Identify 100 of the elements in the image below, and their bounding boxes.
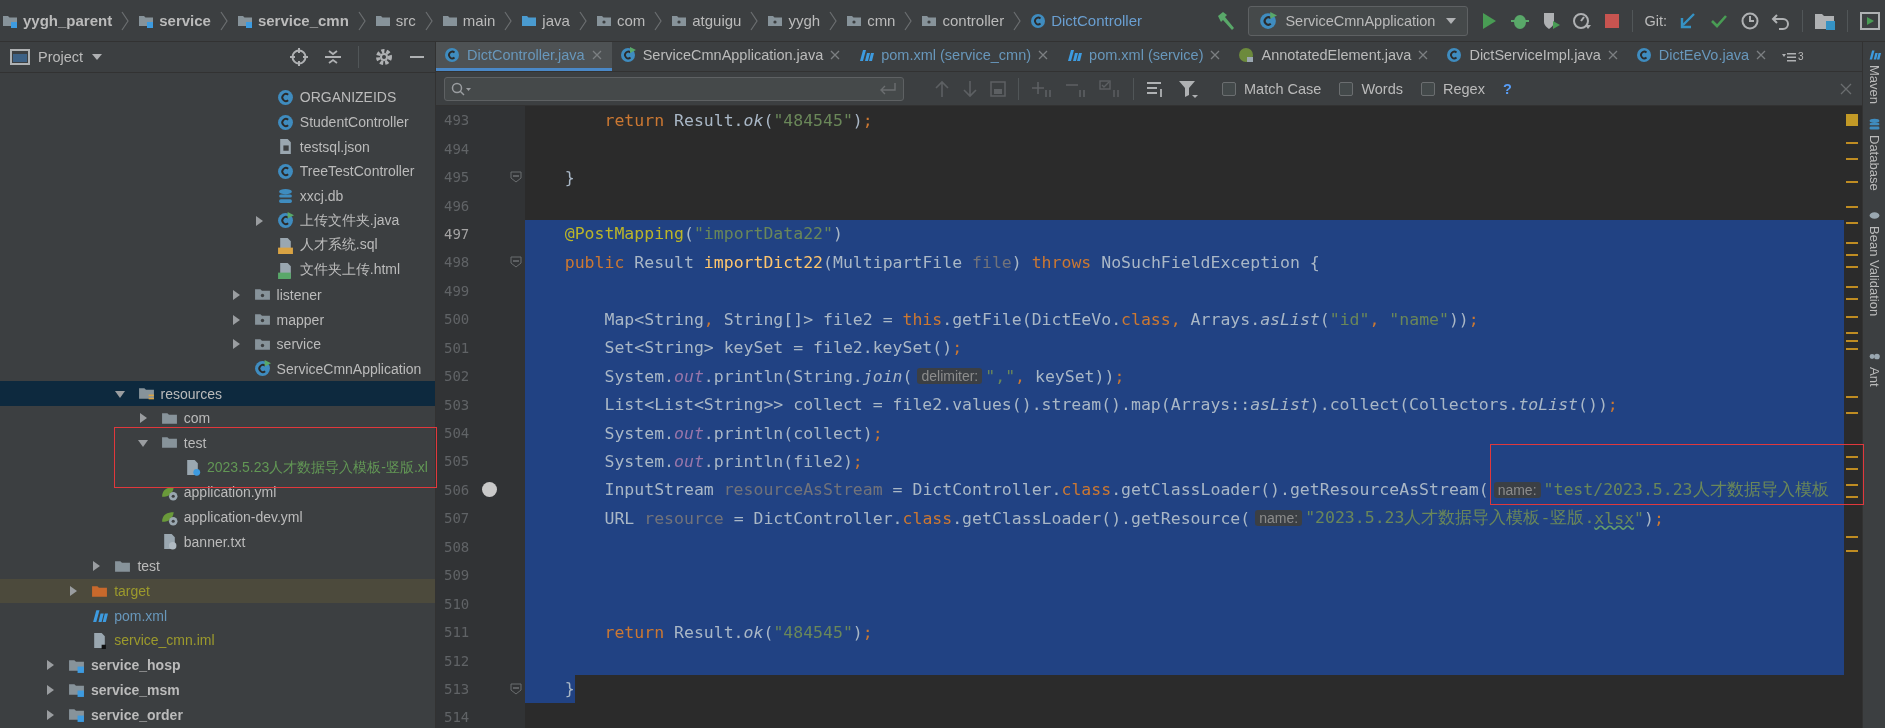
shield-run-icon[interactable] <box>1541 10 1562 31</box>
close-icon[interactable] <box>1607 50 1618 60</box>
code-line: @PostMapping("importData22") <box>563 223 843 246</box>
checkbox[interactable]: Regex <box>1421 80 1485 97</box>
close-icon[interactable] <box>830 50 841 60</box>
file-icon <box>184 459 201 477</box>
collapsed-arrow-icon[interactable] <box>44 708 56 721</box>
breadcrumb-item[interactable]: java <box>521 12 570 29</box>
tree-item[interactable]: application.yml <box>183 484 277 501</box>
help-link[interactable]: ? <box>1502 80 1512 97</box>
tree-item[interactable]: service_cmn.iml <box>114 632 215 649</box>
fold-icon[interactable] <box>510 256 522 269</box>
tree-item[interactable]: mapper <box>276 311 325 328</box>
gauge-icon[interactable] <box>1572 10 1593 31</box>
caret-icon[interactable] <box>91 53 104 61</box>
clock-icon[interactable] <box>1740 10 1760 31</box>
tree-item[interactable]: banner.txt <box>183 533 246 550</box>
collapse-icon[interactable] <box>324 48 342 66</box>
file-icon <box>91 631 109 649</box>
highlighted-row[interactable]: target <box>0 578 435 604</box>
class-run-icon <box>619 47 636 63</box>
fold-icon[interactable] <box>510 171 522 184</box>
tree-item[interactable]: target <box>114 583 150 600</box>
panel-title[interactable]: Project <box>38 49 84 65</box>
window-icon[interactable] <box>1859 10 1881 31</box>
tree-item[interactable]: test <box>183 434 207 451</box>
chevron-icon <box>1013 9 1022 32</box>
chevron-icon <box>829 9 838 32</box>
chevron-icon <box>750 9 759 32</box>
collapsed-arrow-icon[interactable] <box>44 659 56 672</box>
editor-tab[interactable]: DictEeVo.java <box>1627 42 1777 71</box>
tree-item[interactable]: pom.xml <box>114 607 168 624</box>
arrow-icon[interactable] <box>1678 10 1698 31</box>
editor-tab[interactable]: pom.xml (service) <box>1058 42 1231 71</box>
editor-tab[interactable]: DictServiceImpl.java <box>1438 42 1628 71</box>
class-run-icon <box>1259 11 1278 30</box>
tree-item[interactable]: ServiceCmnApplication <box>276 360 422 377</box>
run-config-dropdown[interactable]: ServiceCmnApplication <box>1248 5 1469 36</box>
tree-item[interactable]: 文件夹上传.html <box>299 261 401 280</box>
tree-item[interactable]: application-dev.yml <box>183 509 303 526</box>
tree-item[interactable]: StudentController <box>299 114 409 131</box>
checkbox[interactable]: Words <box>1339 80 1403 97</box>
breadcrumb-item[interactable]: DictController <box>1030 12 1143 29</box>
tree-item[interactable]: 2023.5.23人才数据导入模板-竖版.xl <box>207 458 428 477</box>
breadcrumb-item[interactable]: com <box>595 12 646 29</box>
class-run-icon <box>276 212 294 230</box>
code-line: public Result importDict22(MultipartFile file) throws NoSuchFieldException { <box>563 251 1320 274</box>
chevron-icon <box>424 9 433 32</box>
close-icon[interactable] <box>1038 50 1049 60</box>
selected-row[interactable]: resources <box>0 381 435 406</box>
enter-icon <box>879 81 897 96</box>
tree-item[interactable]: service_hosp <box>91 657 181 674</box>
close-icon[interactable] <box>1418 50 1429 60</box>
search-field[interactable] <box>444 76 904 101</box>
crosshair-icon[interactable] <box>290 48 308 66</box>
close-icon[interactable] <box>1756 50 1767 60</box>
code-line: InputStream resourceAsStream = DictController.class.getClassLoader().getResourceAsStream( name: "test/2023.5.23人才数据导入模板 <box>603 478 1829 502</box>
chevron-icon <box>219 9 228 32</box>
tree-item[interactable]: testsql.json <box>299 138 370 155</box>
breadcrumb-item[interactable]: main <box>441 12 496 29</box>
tree-item[interactable]: com <box>183 410 211 427</box>
tree-item[interactable]: service_order <box>91 706 183 723</box>
fold-icon[interactable] <box>510 682 522 695</box>
breadcrumb-item[interactable]: src <box>374 12 416 29</box>
settings-icon[interactable] <box>375 48 393 66</box>
close-icon[interactable] <box>1840 82 1852 95</box>
editor-tab[interactable]: AnnotatedElement.java <box>1230 42 1439 71</box>
tree-item[interactable]: 人才系统.sql <box>299 236 378 255</box>
checkbox[interactable]: Match Case <box>1222 80 1322 97</box>
tree-item[interactable]: service_msm <box>91 681 180 698</box>
editor-tab[interactable]: pom.xml (service_cmn) <box>850 42 1059 71</box>
tree-item[interactable]: resources <box>160 385 223 402</box>
tool-window-button[interactable]: Database <box>1866 118 1882 191</box>
chevron-icon <box>578 9 587 32</box>
tree-item[interactable]: test <box>137 558 160 575</box>
stop-icon[interactable] <box>1603 11 1622 30</box>
breadcrumb-item[interactable]: service <box>138 12 211 29</box>
breadcrumb-item[interactable]: atguigu <box>671 12 742 29</box>
code-line: Set<String> keySet = file2.keySet(); <box>603 337 963 360</box>
breadcrumb-item[interactable]: yygh_parent <box>2 12 113 29</box>
tree-item[interactable]: ORGANIZEIDS <box>299 89 397 106</box>
tool-window-button[interactable]: Ant <box>1866 349 1882 387</box>
database-icon <box>1867 118 1881 132</box>
tree-item[interactable]: 上传文件夹.java <box>299 211 400 230</box>
breadcrumb-item[interactable]: cmn <box>846 12 896 29</box>
tool-window-button[interactable]: Maven <box>1866 48 1882 105</box>
tree-item[interactable]: TreeTestController <box>299 163 415 180</box>
collapsed-arrow-icon[interactable] <box>44 683 56 696</box>
filter-icon[interactable] <box>1178 78 1198 99</box>
breadcrumb-item[interactable]: controller <box>921 12 1005 29</box>
tree-item[interactable]: xxcj.db <box>299 188 344 205</box>
tree-item[interactable]: service <box>276 336 321 353</box>
breakpoint-icon[interactable] <box>481 482 497 498</box>
breadcrumb-item[interactable]: yygh <box>767 12 821 29</box>
tree-item[interactable]: listener <box>276 286 322 303</box>
tab-overflow-button[interactable]: 3 <box>1776 42 1804 71</box>
close-icon[interactable] <box>1210 50 1221 60</box>
breadcrumb-item[interactable]: service_cmn <box>236 12 349 29</box>
tool-window-button[interactable]: Bean Validation <box>1866 208 1882 316</box>
editor-tab[interactable]: ServiceCmnApplication.java <box>611 42 851 71</box>
